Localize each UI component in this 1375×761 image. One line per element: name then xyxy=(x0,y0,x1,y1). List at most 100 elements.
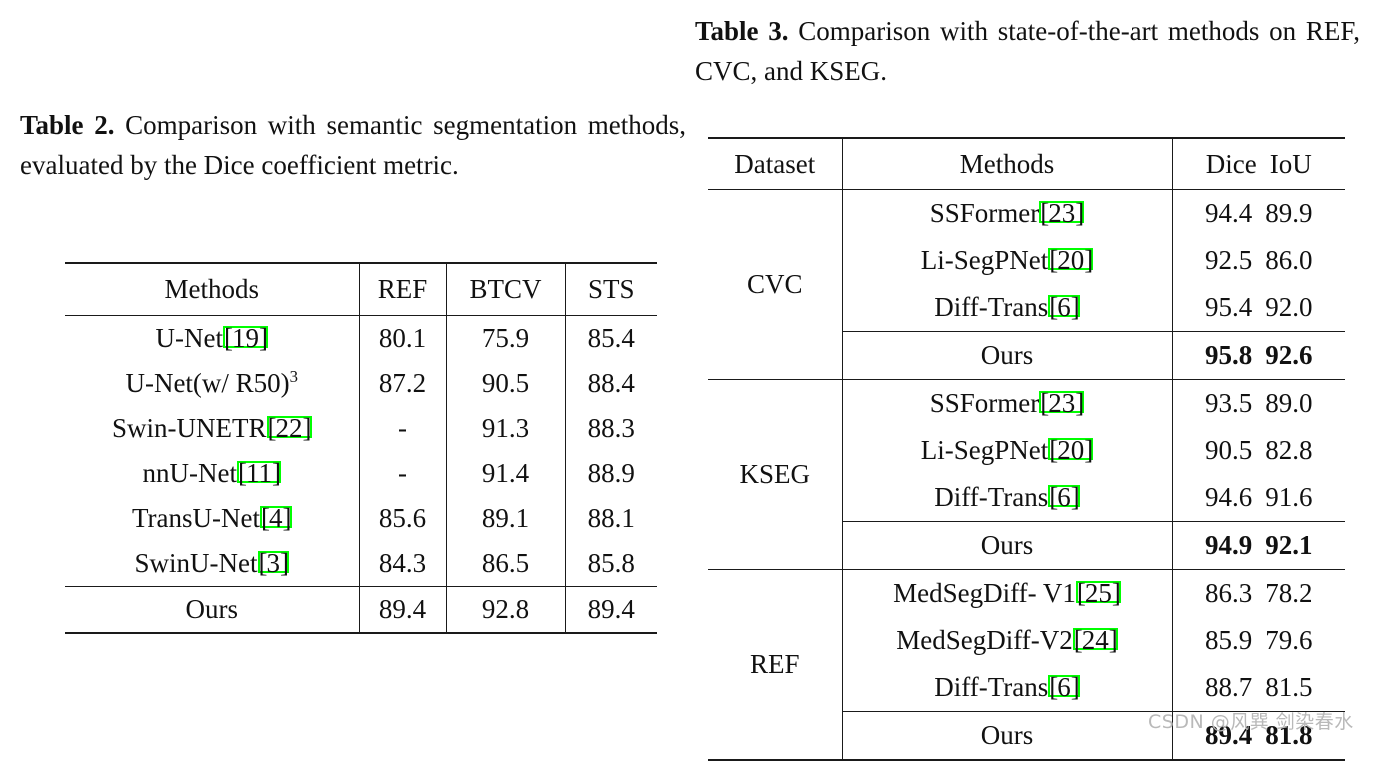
table2-value-btcv: 91.4 xyxy=(445,451,565,496)
table2-method-cell: U-Net(w/ R50)3 xyxy=(65,361,359,406)
citation-number: 6 xyxy=(1057,292,1071,322)
table3-score-cell: 88.7 81.5 xyxy=(1171,664,1345,712)
table2-method-cell: TransU-Net [4] xyxy=(65,496,359,541)
table3-method-cell: Diff-Trans [6] xyxy=(841,664,1172,712)
iou-value: 78.2 xyxy=(1265,578,1313,608)
table3-score-cell: 90.5 82.8 xyxy=(1171,427,1345,474)
table2-method-cell: Ours xyxy=(185,594,239,624)
table2-value-ref: 84.3 xyxy=(358,541,446,587)
citation-link[interactable]: [20] xyxy=(1048,245,1094,276)
citation-number: 20 xyxy=(1057,435,1085,465)
table2-value-ref: 80.1 xyxy=(358,315,446,361)
citation-link[interactable]: [4] xyxy=(260,503,292,534)
table3-method-cell: Diff-Trans [6] xyxy=(841,474,1172,522)
citation-link[interactable]: [11] xyxy=(236,458,281,489)
table3-score-cell: 94.6 91.6 xyxy=(1171,474,1345,522)
dice-value: 94.9 xyxy=(1205,530,1253,560)
dice-value: 94.4 xyxy=(1205,198,1253,228)
iou-value: 82.8 xyxy=(1265,435,1313,465)
table3-method-cell: MedSegDiff-V2 [24] xyxy=(841,617,1172,664)
dice-value: 93.5 xyxy=(1205,388,1253,418)
table3-score-cell: 86.3 78.2 xyxy=(1171,569,1345,617)
table-row: CVC SSFormer [23] 94.4 89.9 xyxy=(708,189,1345,299)
citation-link[interactable]: [3] xyxy=(257,548,289,579)
table2-container: Methods REF BTCV STS U-Net [19] 80.1 75.9… xyxy=(65,262,657,634)
dice-value: 92.5 xyxy=(1205,245,1253,275)
table2-header-row: Methods REF BTCV STS xyxy=(65,263,657,316)
citation-link[interactable]: [19] xyxy=(222,323,268,354)
citation-number: 11 xyxy=(245,458,272,488)
table-row: TransU-Net [4] 85.6 89.1 88.1 xyxy=(65,496,657,541)
method-label: MedSegDiff- V1 xyxy=(893,578,1076,608)
table3-col-header-methods: Methods xyxy=(841,138,1172,190)
iou-value: 92.0 xyxy=(1265,292,1313,322)
citation-number: 6 xyxy=(1057,672,1071,702)
citation-link[interactable]: [25] xyxy=(1075,578,1121,609)
citation-number: 20 xyxy=(1057,245,1085,275)
citation-number: 22 xyxy=(275,413,303,443)
method-label: Li-SegPNet xyxy=(920,245,1049,275)
table2-value-sts: 88.9 xyxy=(564,451,657,496)
table2-caption: Table 2. Comparison with semantic segmen… xyxy=(20,106,686,186)
method-label: Swin-UNETR xyxy=(112,413,267,443)
table3-score-cell: 95.4 92.0 xyxy=(1171,284,1345,332)
dice-value: 94.6 xyxy=(1205,482,1253,512)
table3-score-cell: 85.9 79.6 xyxy=(1171,617,1345,664)
table3-col-header-dice: Dice xyxy=(1205,148,1257,179)
dice-value: 85.9 xyxy=(1205,625,1253,655)
iou-value: 92.6 xyxy=(1265,340,1313,370)
dice-value: 95.8 xyxy=(1205,340,1253,370)
table2-value-sts: 88.1 xyxy=(564,496,657,541)
dice-value: 86.3 xyxy=(1205,578,1253,608)
iou-value: 89.9 xyxy=(1265,198,1313,228)
dice-value: 88.7 xyxy=(1205,672,1253,702)
table3-header-row: Dataset Methods Dice IoU xyxy=(708,138,1345,190)
citation-number: 3 xyxy=(266,548,281,578)
table2-method-cell: SwinU-Net [3] xyxy=(65,541,359,587)
citation-link[interactable]: [6] xyxy=(1048,292,1080,323)
table3-caption-label: Table 3. xyxy=(695,16,789,46)
citation-link[interactable]: [23] xyxy=(1039,388,1085,419)
table3-score-cell: 93.5 89.0 xyxy=(1171,379,1345,427)
table-row: REF MedSegDiff- V1 [25] 86.3 78.2 xyxy=(708,569,1345,679)
method-label: Diff-Trans xyxy=(934,292,1049,322)
table3-method-cell: Ours xyxy=(841,711,1172,760)
table3-method-cell: Ours xyxy=(841,331,1172,380)
method-label: nnU-Net xyxy=(142,458,237,488)
table2: Methods REF BTCV STS U-Net [19] 80.1 75.9… xyxy=(65,262,657,634)
iou-value: 79.6 xyxy=(1265,625,1313,655)
method-label: SwinU-Net xyxy=(134,548,258,578)
csdn-watermark: CSDN @风巽 剑染春水 xyxy=(1148,711,1354,733)
table2-col-header-sts: STS xyxy=(564,263,657,316)
table2-value-sts: 88.4 xyxy=(564,361,657,406)
citation-link[interactable]: [6] xyxy=(1048,672,1080,703)
iou-value: 92.1 xyxy=(1265,530,1313,560)
table3-dataset-cell: KSEG xyxy=(739,459,810,489)
citation-link[interactable]: [24] xyxy=(1072,625,1118,656)
table2-value-btcv: 91.3 xyxy=(445,406,565,451)
table2-col-header-ref: REF xyxy=(358,263,446,316)
table2-value-btcv: 89.1 xyxy=(445,496,565,541)
table2-caption-text: Comparison with semantic segmentation me… xyxy=(20,110,686,180)
table2-value-ref: 87.2 xyxy=(358,361,446,406)
table2-method-cell: Swin-UNETR [22] xyxy=(65,406,359,451)
table3-method-cell: Diff-Trans [6] xyxy=(841,284,1172,332)
table3-score-cell: 94.9 92.1 xyxy=(1171,521,1345,570)
left-column: Table 2. Comparison with semantic segmen… xyxy=(12,0,686,737)
method-label: U-Net(w/ R50) xyxy=(125,368,290,398)
table3-method-cell: SSFormer [23] xyxy=(841,189,1172,237)
table-row: Swin-UNETR [22] - 91.3 88.3 xyxy=(65,406,657,451)
table2-value-ref: 89.4 xyxy=(358,586,446,633)
citation-link[interactable]: [6] xyxy=(1048,482,1080,513)
citation-link[interactable]: [23] xyxy=(1039,198,1085,229)
method-label: Diff-Trans xyxy=(934,672,1049,702)
table-row: nnU-Net [11] - 91.4 88.9 xyxy=(65,451,657,496)
table-row: U-Net [19] 80.1 75.9 85.4 xyxy=(65,315,657,361)
citation-number: 24 xyxy=(1081,625,1109,655)
iou-value: 91.6 xyxy=(1265,482,1313,512)
citation-link[interactable]: [20] xyxy=(1048,435,1094,466)
citation-link[interactable]: [22] xyxy=(266,413,312,444)
table2-value-sts: 89.4 xyxy=(564,586,657,633)
table-row: KSEG SSFormer [23] 93.5 89.0 xyxy=(708,379,1345,489)
footnote-marker: 3 xyxy=(289,367,299,386)
